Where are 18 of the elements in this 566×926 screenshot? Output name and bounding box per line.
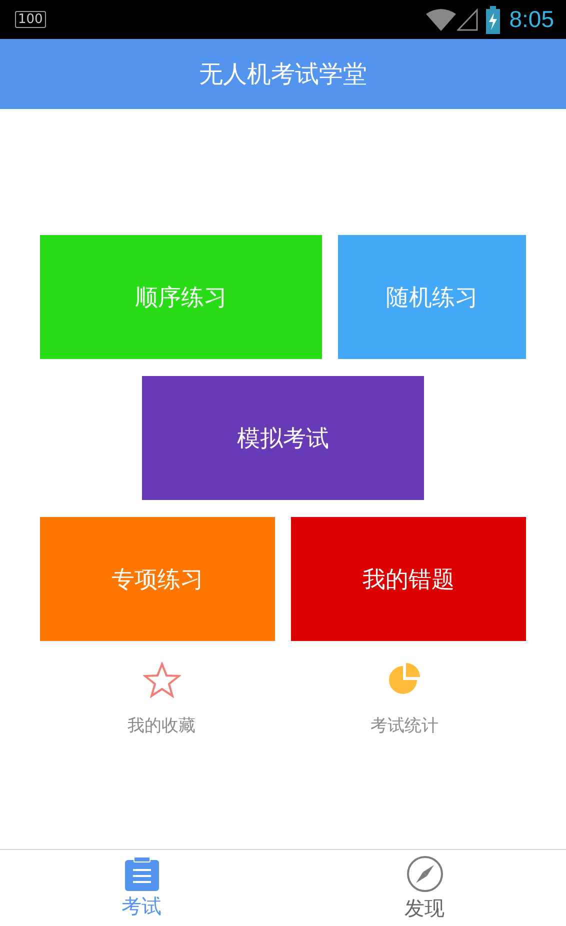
clipboard-icon (124, 856, 160, 890)
menu-tile[interactable]: 顺序练习 (40, 235, 322, 359)
status-indicator: 100 (15, 11, 46, 28)
battery-icon (485, 6, 502, 34)
shortcut-label[interactable]: 我的收藏 (128, 714, 196, 737)
wifi-icon (425, 8, 458, 32)
menu-tile[interactable]: 随机练习 (338, 235, 526, 359)
nav-tab[interactable]: 考试 (0, 850, 283, 926)
signal-icon (457, 8, 480, 32)
clock: 8:05 (509, 6, 554, 33)
menu-tile[interactable]: 专项练习 (40, 517, 275, 641)
star-icon (142, 662, 180, 698)
shortcut-label[interactable]: 考试统计 (370, 714, 438, 737)
app-title: 无人机考试学堂 (199, 59, 367, 90)
compass-icon (406, 854, 444, 892)
nav-tab[interactable]: 发现 (283, 850, 566, 926)
menu-tile[interactable]: 我的错题 (291, 517, 526, 641)
menu-tile[interactable]: 模拟考试 (142, 376, 424, 500)
